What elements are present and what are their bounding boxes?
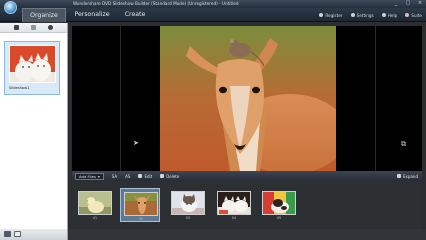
settings-link[interactable]: Settings — [350, 12, 374, 18]
text-size-button-2[interactable]: AS — [125, 174, 130, 179]
status-bar — [68, 229, 426, 240]
close-button[interactable]: × — [417, 1, 423, 6]
item-number: 01 — [92, 216, 98, 220]
chevron-down-icon: ▾ — [97, 173, 100, 179]
window-title: Wondershare DVD Slideshow Builder (Stand… — [73, 1, 239, 6]
help-link[interactable]: Help — [381, 12, 398, 18]
album-label: Slideshow1 — [9, 86, 30, 90]
window-controls: _ □ × — [393, 1, 423, 6]
timeline-item[interactable]: 03 — [168, 188, 208, 222]
item-number: 02 — [138, 217, 144, 221]
tab-personalize[interactable]: Personalize — [70, 8, 114, 22]
slideshow-album[interactable]: Slideshow1 — [4, 41, 60, 95]
timeline-item[interactable]: 01 — [75, 188, 115, 222]
timeline-toolbar: Add Files ▾ SA AS Edit Delete Expand — [72, 171, 422, 181]
main-nav: Organize Personalize Create Register Set… — [0, 8, 426, 22]
preview-photo — [160, 26, 336, 171]
kittens-image — [10, 46, 55, 82]
register-label: Register — [325, 12, 343, 18]
edit-label: Edit — [144, 173, 153, 179]
expand-label: Expand — [403, 173, 418, 179]
app-logo-icon — [4, 1, 17, 14]
edit-button[interactable]: Edit — [138, 174, 152, 179]
preview-area[interactable]: ➤ ⧉ — [72, 26, 422, 171]
edit-icon — [138, 174, 143, 178]
panel-toolbar — [0, 23, 67, 33]
delete-label: Delete — [166, 173, 180, 179]
tab-create[interactable]: Create — [117, 8, 153, 22]
help-label: Help — [387, 12, 398, 18]
preview-guide-left — [120, 26, 121, 171]
trash-icon[interactable] — [31, 25, 36, 30]
help-icon — [381, 13, 386, 17]
add-files-button[interactable]: Add Files ▾ — [75, 172, 104, 180]
text-size-icon: SA — [111, 173, 118, 179]
nav-links: Register Settings Help Suite — [319, 8, 422, 22]
title-bar: Wondershare DVD Slideshow Builder (Stand… — [0, 0, 426, 8]
duckling-thumbnail — [78, 191, 112, 215]
crop-icon[interactable]: ⧉ — [401, 140, 406, 149]
timeline-item[interactable]: 02 — [120, 188, 160, 222]
delete-icon — [160, 174, 165, 178]
item-number: 03 — [185, 216, 191, 220]
gear-icon — [319, 13, 324, 17]
kittens-thumbnail — [217, 191, 251, 215]
timeline-item[interactable]: 04 — [214, 188, 254, 222]
text-size-icon: AS — [125, 173, 131, 179]
expand-button[interactable]: Expand — [397, 174, 418, 179]
thumbnail-view-icon[interactable] — [14, 231, 21, 237]
timeline-item[interactable]: 05 — [259, 188, 299, 222]
panel-bottom-bar — [0, 229, 68, 240]
expand-icon — [397, 174, 402, 178]
suite-label: Suite — [411, 12, 422, 18]
kitten-thumbnail — [171, 191, 205, 215]
settings-icon — [350, 13, 355, 17]
copy-icon[interactable] — [14, 25, 19, 30]
delete-button[interactable]: Delete — [160, 174, 179, 179]
suite-link[interactable]: Suite — [405, 13, 422, 18]
preview-guide-right — [375, 26, 376, 171]
app-window: Wondershare DVD Slideshow Builder (Stand… — [0, 0, 426, 240]
info-icon[interactable] — [48, 25, 53, 30]
add-files-label: Add Files — [79, 173, 96, 179]
slideshow-panel: Slideshow1 — [0, 23, 68, 229]
mouse-cursor-icon: ➤ — [133, 139, 139, 147]
album-thumbnail — [9, 45, 56, 83]
item-number: 04 — [231, 216, 237, 220]
heart-icon — [405, 13, 410, 17]
text-size-button-1[interactable]: SA — [112, 174, 117, 179]
register-link[interactable]: Register — [319, 12, 343, 18]
antelope-image — [160, 26, 336, 171]
list-view-icon[interactable] — [4, 231, 11, 237]
tab-organize[interactable]: Organize — [22, 8, 66, 22]
antelope-thumbnail — [124, 192, 158, 216]
maximize-button[interactable]: □ — [405, 1, 411, 6]
settings-label: Settings — [356, 12, 374, 18]
minimize-button[interactable]: _ — [393, 1, 399, 6]
puppy-thumbnail — [262, 191, 296, 215]
timeline-strip: 01 02 03 04 05 — [72, 181, 422, 229]
item-number: 05 — [276, 216, 282, 220]
